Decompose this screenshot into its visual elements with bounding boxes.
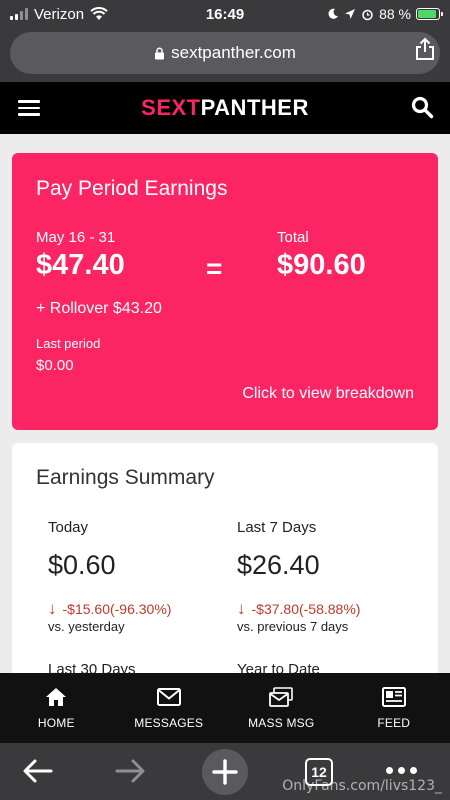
- feed-icon: [381, 687, 406, 707]
- earnings-summary-card: Earnings Summary Today $0.60 ↓ -$15.60(-…: [12, 443, 438, 683]
- rollover-amount: + Rollover $43.20: [36, 300, 162, 317]
- arrow-down-icon: ↓: [237, 599, 246, 618]
- stat-compare: vs. yesterday: [48, 619, 125, 634]
- view-breakdown-link[interactable]: Click to view breakdown: [242, 385, 414, 403]
- url-text: sextpanther.com: [171, 43, 296, 62]
- share-icon[interactable]: [414, 37, 436, 61]
- moon-icon: [328, 8, 339, 19]
- stat-today: Today $0.60 ↓ -$15.60(-96.30%) vs. yeste…: [48, 519, 238, 634]
- forward-arrow-icon[interactable]: [114, 757, 146, 785]
- nav-label: FEED: [377, 716, 411, 730]
- nav-mass-msg[interactable]: MASS MSG: [225, 686, 337, 730]
- status-right: 88 %: [327, 6, 443, 22]
- last-period-amount: $0.00: [36, 357, 74, 374]
- location-arrow-icon: [345, 9, 356, 19]
- stat-label: Today: [48, 519, 89, 536]
- alarm-icon: [362, 9, 373, 20]
- envelope-icon: [156, 688, 181, 706]
- battery-icon: [416, 8, 443, 20]
- logo-part-2: PANTHER: [200, 95, 309, 120]
- battery-percent: 88 %: [379, 6, 411, 22]
- arrow-down-icon: ↓: [48, 599, 57, 618]
- status-bar: Verizon 16:49 88 %: [0, 0, 450, 28]
- signal-icon: [10, 8, 28, 20]
- menu-icon[interactable]: [18, 100, 40, 116]
- total-label: Total: [277, 229, 309, 246]
- pay-period-title: Pay Period Earnings: [36, 177, 228, 200]
- carrier-name: Verizon: [34, 5, 85, 23]
- more-menu-icon[interactable]: [386, 760, 420, 780]
- nav-home[interactable]: HOME: [0, 686, 112, 730]
- nav-label: MESSAGES: [134, 716, 204, 730]
- stat-compare: vs. previous 7 days: [237, 619, 349, 634]
- stat-value: $0.60: [48, 550, 116, 580]
- stat-last-7-days: Last 7 Days $26.40 ↓ -$37.80(-58.88%) vs…: [237, 519, 427, 634]
- wifi-icon: [90, 7, 108, 20]
- nav-label: MASS MSG: [248, 716, 315, 730]
- mass-message-icon: [269, 687, 294, 707]
- period-amount: $47.40: [36, 249, 125, 281]
- new-tab-button[interactable]: [202, 749, 248, 795]
- total-amount: $90.60: [277, 249, 366, 281]
- home-icon: [46, 688, 67, 706]
- search-icon[interactable]: [410, 95, 434, 119]
- equals-sign: =: [206, 253, 223, 284]
- plus-icon: [212, 759, 238, 785]
- site-logo[interactable]: SEXTPANTHER: [141, 95, 309, 121]
- stat-change-text: -$37.80(-58.88%): [251, 600, 361, 617]
- site-header: SEXTPANTHER: [0, 82, 450, 134]
- back-arrow-icon[interactable]: [22, 757, 54, 785]
- watermark: OnlyFans.com/livs123_: [282, 778, 442, 794]
- summary-title: Earnings Summary: [36, 466, 215, 489]
- battery-level: [418, 10, 436, 18]
- last-period-label: Last period: [36, 336, 101, 351]
- stat-label: Last 7 Days: [237, 519, 317, 536]
- nav-messages[interactable]: MESSAGES: [113, 686, 225, 730]
- stat-change: ↓ -$15.60(-96.30%): [48, 600, 238, 617]
- pay-period-card: Pay Period Earnings May 16 - 31 $47.40 =…: [12, 153, 438, 430]
- app-bottom-nav: HOME MESSAGES MASS MSG FEED: [0, 673, 450, 743]
- stat-change: ↓ -$37.80(-58.88%): [237, 600, 427, 617]
- stat-value: $26.40: [237, 550, 320, 580]
- nav-feed[interactable]: FEED: [338, 686, 450, 730]
- period-range-label: May 16 - 31: [36, 229, 116, 246]
- logo-part-1: SEXT: [141, 95, 201, 120]
- lock-icon: [155, 47, 165, 59]
- stat-change-text: -$15.60(-96.30%): [62, 600, 172, 617]
- address-bar[interactable]: sextpanther.com: [10, 32, 440, 74]
- status-left: Verizon: [10, 6, 108, 23]
- nav-label: HOME: [37, 716, 75, 730]
- browser-url-area: sextpanther.com: [0, 28, 450, 82]
